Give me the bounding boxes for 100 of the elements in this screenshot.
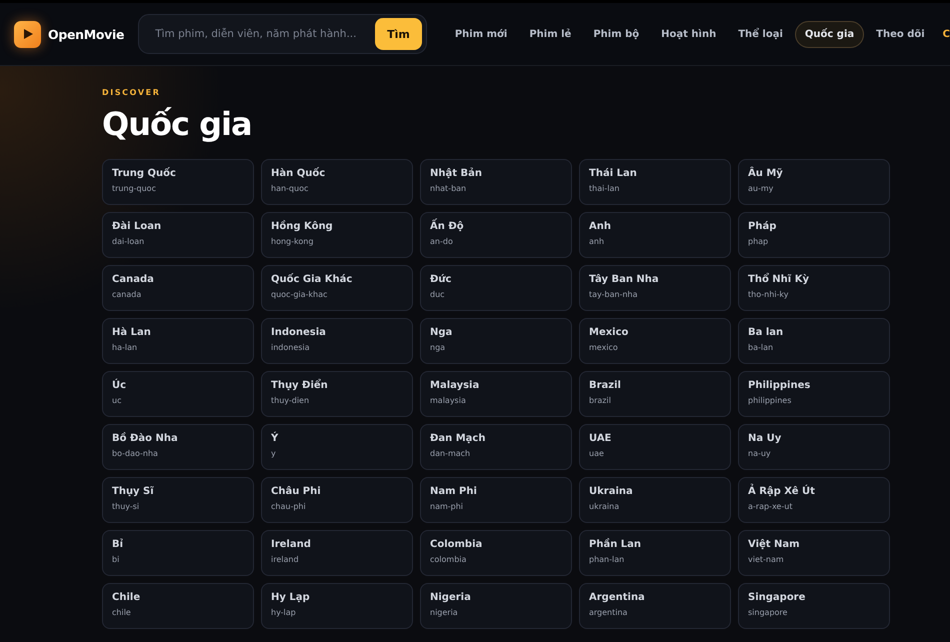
country-slug: ba-lan [748, 343, 774, 352]
country-card[interactable]: Nam Phi nam-phi [420, 477, 572, 523]
country-name: Nigeria [430, 592, 472, 603]
country-card[interactable]: Đan Mạch dan-mach [420, 424, 572, 470]
country-slug: han-quoc [271, 184, 310, 193]
country-slug: dai-loan [112, 237, 146, 246]
country-slug: quoc-gia-khac [271, 290, 328, 299]
logo-icon[interactable] [14, 20, 41, 48]
country-name: Hy Lạp [271, 592, 311, 603]
nav-link[interactable]: C [936, 22, 950, 46]
country-card[interactable]: Argentina argentina [579, 583, 731, 629]
country-card[interactable]: Canada canada [102, 265, 254, 311]
country-card[interactable]: Brazil brazil [579, 371, 731, 417]
country-name: Âu Mỹ [748, 168, 784, 179]
country-slug: ireland [271, 555, 300, 564]
logo-text[interactable]: OpenMovie [48, 26, 124, 42]
country-name: Philippines [748, 380, 812, 391]
country-card[interactable]: Mexico mexico [579, 318, 731, 364]
nav-link[interactable]: Quốc gia [794, 20, 864, 48]
country-card[interactable]: Châu Phi chau-phi [261, 477, 413, 523]
country-name: Thụy Sĩ [112, 486, 155, 497]
country-name: Indonesia [271, 327, 327, 338]
country-card[interactable]: Âu Mỹ au-my [738, 159, 890, 205]
country-card[interactable]: Thổ Nhĩ Kỳ tho-nhi-ky [738, 265, 890, 311]
country-card[interactable]: Pháp phap [738, 212, 890, 258]
country-card[interactable]: Ý y [261, 424, 413, 470]
nav-link[interactable]: Phim lẻ [519, 20, 582, 48]
country-card[interactable]: Ukraina ukraina [579, 477, 731, 523]
country-card[interactable]: Nga nga [420, 318, 572, 364]
country-card[interactable]: Indonesia indonesia [261, 318, 413, 364]
country-slug: singapore [748, 608, 788, 617]
country-card[interactable]: UAE uae [579, 424, 731, 470]
country-name: Brazil [589, 380, 622, 391]
country-card[interactable]: Tây Ban Nha tay-ban-nha [579, 265, 731, 311]
country-slug: anh [589, 237, 606, 246]
country-card[interactable]: Malaysia malaysia [420, 371, 572, 417]
country-name: Singapore [748, 592, 806, 603]
country-name: Malaysia [430, 380, 480, 391]
country-slug: trung-quoc [112, 184, 157, 193]
country-card[interactable]: Thụy Sĩ thuy-si [102, 477, 254, 523]
nav-link[interactable]: Hoạt hình [651, 20, 726, 48]
country-slug: indonesia [271, 343, 311, 352]
country-name: Hà Lan [112, 327, 152, 338]
country-card[interactable]: Bỉ bi [102, 530, 254, 576]
nav-link[interactable]: Thể loại [728, 20, 793, 48]
country-slug: canada [112, 290, 142, 299]
country-name: Bồ Đào Nha [112, 433, 179, 444]
country-slug: na-uy [748, 449, 772, 458]
country-card[interactable]: Anh anh [579, 212, 731, 258]
country-name: Canada [112, 274, 155, 285]
country-card[interactable]: Na Uy na-uy [738, 424, 890, 470]
country-card[interactable]: Thái Lan thai-lan [579, 159, 731, 205]
country-card[interactable]: Ả Rập Xê Út a-rap-xe-ut [738, 477, 890, 523]
country-name: Anh [589, 221, 612, 232]
country-slug: chile [112, 608, 132, 617]
country-slug: au-my [748, 184, 774, 193]
country-card[interactable]: Singapore singapore [738, 583, 890, 629]
country-card[interactable]: Nigeria nigeria [420, 583, 572, 629]
country-card[interactable]: Trung Quốc trung-quoc [102, 159, 254, 205]
country-card[interactable]: Đức duc [420, 265, 572, 311]
country-slug: dan-mach [430, 449, 472, 458]
country-card[interactable]: Chile chile [102, 583, 254, 629]
country-slug: thai-lan [589, 184, 620, 193]
country-slug: thuy-si [112, 502, 140, 511]
country-name: Bỉ [112, 539, 124, 550]
country-slug: thuy-dien [271, 396, 310, 405]
country-card[interactable]: Nhật Bản nhat-ban [420, 159, 572, 205]
country-card[interactable]: Hà Lan ha-lan [102, 318, 254, 364]
country-card[interactable]: Hy Lạp hy-lap [261, 583, 413, 629]
country-name: Chile [112, 592, 142, 603]
search-field[interactable]: Tìm phim, diễn viên, năm phát hành... Tìm [138, 14, 427, 54]
country-card[interactable]: Philippines philippines [738, 371, 890, 417]
search-button[interactable]: Tìm [375, 18, 422, 50]
country-card[interactable]: Ấn Độ an-do [420, 212, 572, 258]
nav-link[interactable]: Phim bộ [583, 20, 650, 48]
country-card[interactable]: Bồ Đào Nha bo-dao-nha [102, 424, 254, 470]
country-name: Ukraina [589, 486, 634, 497]
country-name: Nhật Bản [430, 168, 483, 179]
country-card[interactable]: Đài Loan dai-loan [102, 212, 254, 258]
country-name: Colombia [430, 539, 484, 550]
country-slug: nigeria [430, 608, 459, 617]
country-card[interactable]: Hàn Quốc han-quoc [261, 159, 413, 205]
country-card[interactable]: Hồng Kông hong-kong [261, 212, 413, 258]
country-slug: viet-nam [748, 555, 785, 564]
country-card[interactable]: Quốc Gia Khác quoc-gia-khac [261, 265, 413, 311]
country-slug: uc [112, 396, 122, 405]
country-slug: a-rap-xe-ut [748, 502, 794, 511]
country-card[interactable]: Ba lan ba-lan [738, 318, 890, 364]
country-card[interactable]: Việt Nam viet-nam [738, 530, 890, 576]
section-eyebrow: DISCOVER [102, 88, 162, 97]
country-card[interactable]: Ireland ireland [261, 530, 413, 576]
country-slug: chau-phi [271, 502, 307, 511]
nav-link[interactable]: Phim mới [444, 20, 518, 48]
country-card[interactable]: Thụy Điển thuy-dien [261, 371, 413, 417]
country-name: Úc [112, 380, 128, 391]
country-card[interactable]: Colombia colombia [420, 530, 572, 576]
country-card[interactable]: Phần Lan phan-lan [579, 530, 731, 576]
country-card[interactable]: Úc uc [102, 371, 254, 417]
nav-link[interactable]: Theo dõi [866, 20, 935, 48]
country-name: Ý [271, 433, 280, 444]
